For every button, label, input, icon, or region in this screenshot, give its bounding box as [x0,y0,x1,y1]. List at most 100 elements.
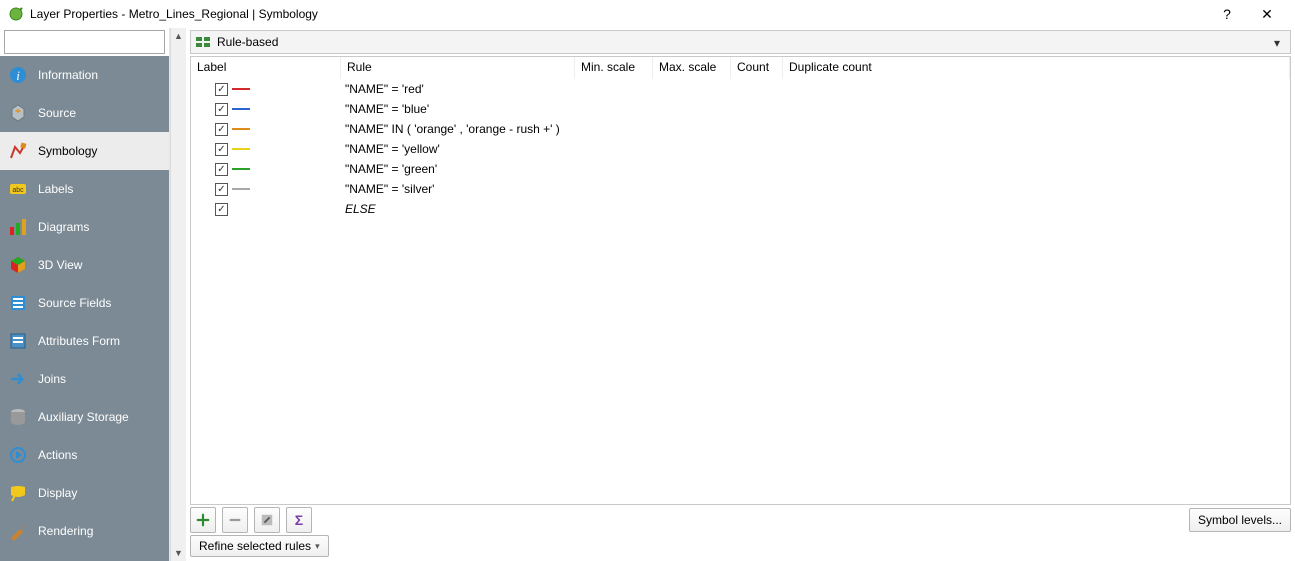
app-icon [8,6,24,22]
rule-row[interactable]: ✓ "NAME" = 'yellow' [191,139,1290,159]
rule-row[interactable]: ✓ "NAME" = 'silver' [191,179,1290,199]
rendering-icon [8,521,28,541]
sidebar-item-label: Auxiliary Storage [38,410,129,424]
rule-row[interactable]: ✓ ELSE [191,199,1290,219]
labels-icon: abc [8,179,28,199]
rule-swatch [232,88,250,90]
rule-checkbox[interactable]: ✓ [215,83,228,96]
sidebar-item-labels[interactable]: abc Labels [0,170,169,208]
dropdown-icon: ▾ [1274,36,1286,48]
joins-icon [8,369,28,389]
symbology-icon [8,141,28,161]
rule-checkbox[interactable]: ✓ [215,143,228,156]
scroll-down-icon[interactable]: ▼ [171,545,187,561]
sidebar-item-label: Labels [38,182,73,196]
remove-rule-button[interactable] [222,507,248,533]
rule-expression: "NAME" = 'red' [341,82,575,96]
rules-toolbar: Σ Symbol levels... [186,505,1295,535]
sidebar: i Information Source Symbology abc Label… [0,56,169,561]
svg-text:abc: abc [12,187,24,194]
col-count[interactable]: Count [731,57,783,79]
sidebar-item-label: Symbology [38,144,97,158]
help-button[interactable]: ? [1207,0,1247,28]
col-rule[interactable]: Rule [341,57,575,79]
count-features-button[interactable]: Σ [286,507,312,533]
sidebar-item-3dview[interactable]: 3D View [0,246,169,284]
rule-expression: ELSE [341,202,575,216]
sidebar-item-label: Information [38,68,98,82]
rule-expression: "NAME" = 'blue' [341,102,575,116]
sidebar-item-symbology[interactable]: Symbology [0,132,169,170]
sidebar-item-label: Source Fields [38,296,111,310]
add-rule-button[interactable] [190,507,216,533]
rule-swatch [232,128,250,130]
search-input[interactable] [11,35,166,49]
close-button[interactable]: ✕ [1247,0,1287,28]
rule-expression: "NAME" = 'silver' [341,182,575,196]
renderer-label: Rule-based [217,35,1268,49]
sidebar-item-information[interactable]: i Information [0,56,169,94]
actions-icon [8,445,28,465]
3dview-icon [8,255,28,275]
rule-checkbox[interactable]: ✓ [215,183,228,196]
rule-row[interactable]: ✓ "NAME" IN ( 'orange' , 'orange - rush +… [191,119,1290,139]
rule-swatch [232,108,250,110]
sidebar-item-attrform[interactable]: Attributes Form [0,322,169,360]
sidebar-scrollbar[interactable]: ▲ ▼ [170,28,186,561]
rule-swatch [232,148,250,150]
col-dup[interactable]: Duplicate count [783,57,1290,79]
scroll-up-icon[interactable]: ▲ [171,28,187,44]
attrform-icon [8,331,28,351]
display-icon [8,483,28,503]
rule-swatch [232,168,250,170]
refine-label: Refine selected rules [199,539,311,553]
sidebar-item-display[interactable]: Display [0,474,169,512]
rules-body: ✓ "NAME" = 'red' ✓ "NAME" = 'blue' ✓ "NAME" I… [191,79,1290,504]
rule-expression: "NAME" IN ( 'orange' , 'orange - rush +'… [341,122,575,136]
sidebar-item-rendering[interactable]: Rendering [0,512,169,550]
titlebar: Layer Properties - Metro_Lines_Regional … [0,0,1295,28]
rule-expression: "NAME" = 'yellow' [341,142,575,156]
rule-swatch [232,188,250,190]
sidebar-item-label: Actions [38,448,77,462]
chevron-down-icon: ▾ [315,541,320,552]
rules-header: Label Rule Min. scale Max. scale Count D… [191,57,1290,79]
window-title: Layer Properties - Metro_Lines_Regional … [30,7,1207,21]
symbol-levels-button[interactable]: Symbol levels... [1189,508,1291,532]
col-label[interactable]: Label [191,57,341,79]
sidebar-item-label: Display [38,486,77,500]
renderer-selector[interactable]: Rule-based ▾ [190,30,1291,54]
sidebar-item-label: Source [38,106,76,120]
rule-row[interactable]: ✓ "NAME" = 'red' [191,79,1290,99]
sidebar-item-label: 3D View [38,258,82,272]
svg-text:i: i [16,68,20,83]
sidebar-item-actions[interactable]: Actions [0,436,169,474]
refine-rules-button[interactable]: Refine selected rules ▾ [190,535,329,557]
sourcefields-icon [8,293,28,313]
rule-checkbox[interactable]: ✓ [215,163,228,176]
symbology-panel: Rule-based ▾ Label Rule Min. scale Max. … [186,28,1295,561]
sidebar-item-sourcefields[interactable]: Source Fields [0,284,169,322]
sidebar-item-joins[interactable]: Joins [0,360,169,398]
rule-expression: "NAME" = 'green' [341,162,575,176]
sidebar-item-label: Joins [38,372,66,386]
rule-checkbox[interactable]: ✓ [215,103,228,116]
rule-checkbox[interactable]: ✓ [215,203,228,216]
sidebar-item-label: Rendering [38,524,93,538]
sidebar-search[interactable] [4,30,165,54]
rules-table: Label Rule Min. scale Max. scale Count D… [190,56,1291,505]
sidebar-item-source[interactable]: Source [0,94,169,132]
rule-row[interactable]: ✓ "NAME" = 'blue' [191,99,1290,119]
auxstorage-icon [8,407,28,427]
diagrams-icon [8,217,28,237]
sidebar-item-auxstorage[interactable]: Auxiliary Storage [0,398,169,436]
col-minscale[interactable]: Min. scale [575,57,653,79]
col-maxscale[interactable]: Max. scale [653,57,731,79]
rule-based-icon [195,34,211,50]
source-icon [8,103,28,123]
rule-row[interactable]: ✓ "NAME" = 'green' [191,159,1290,179]
sidebar-item-diagrams[interactable]: Diagrams [0,208,169,246]
rule-checkbox[interactable]: ✓ [215,123,228,136]
info-icon: i [8,65,28,85]
edit-rule-button[interactable] [254,507,280,533]
